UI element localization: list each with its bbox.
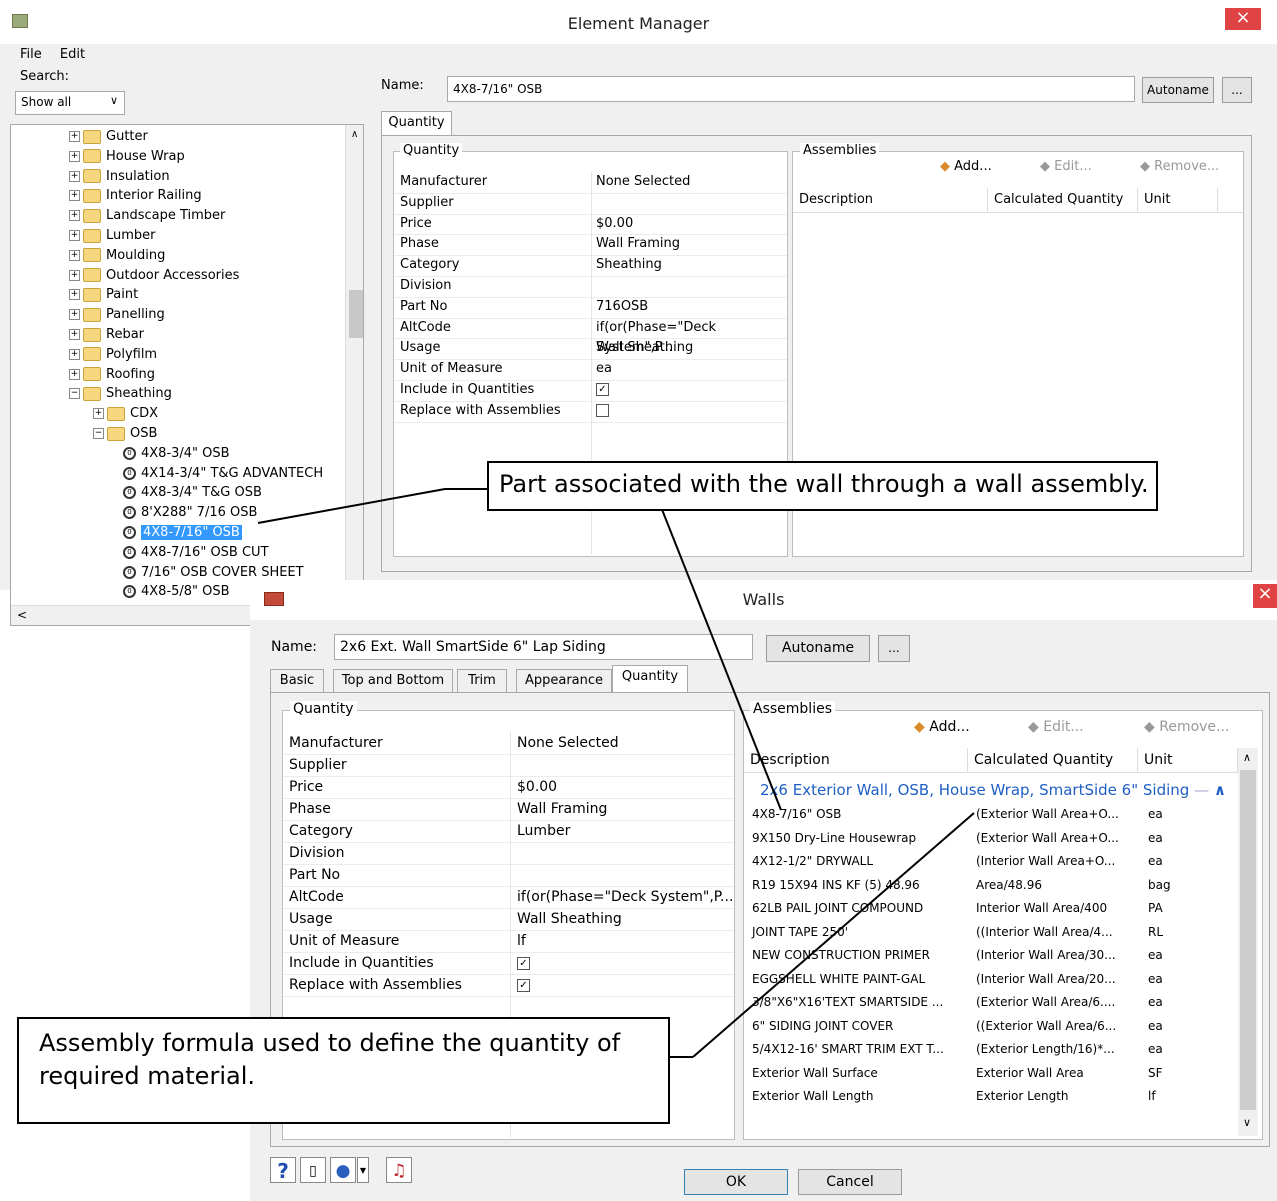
callout-line-formula-diag (692, 812, 975, 1058)
callout-line-part-to-row (660, 506, 782, 811)
callout-formula: Assembly formula used to define the quan… (17, 1017, 670, 1124)
callout-formula-text: Assembly formula used to define the quan… (39, 1029, 621, 1090)
callout-line-part-to-tree-diag (257, 488, 446, 524)
callout-part-text: Part associated with the wall through a … (499, 470, 1149, 498)
callout-part: Part associated with the wall through a … (487, 461, 1158, 511)
